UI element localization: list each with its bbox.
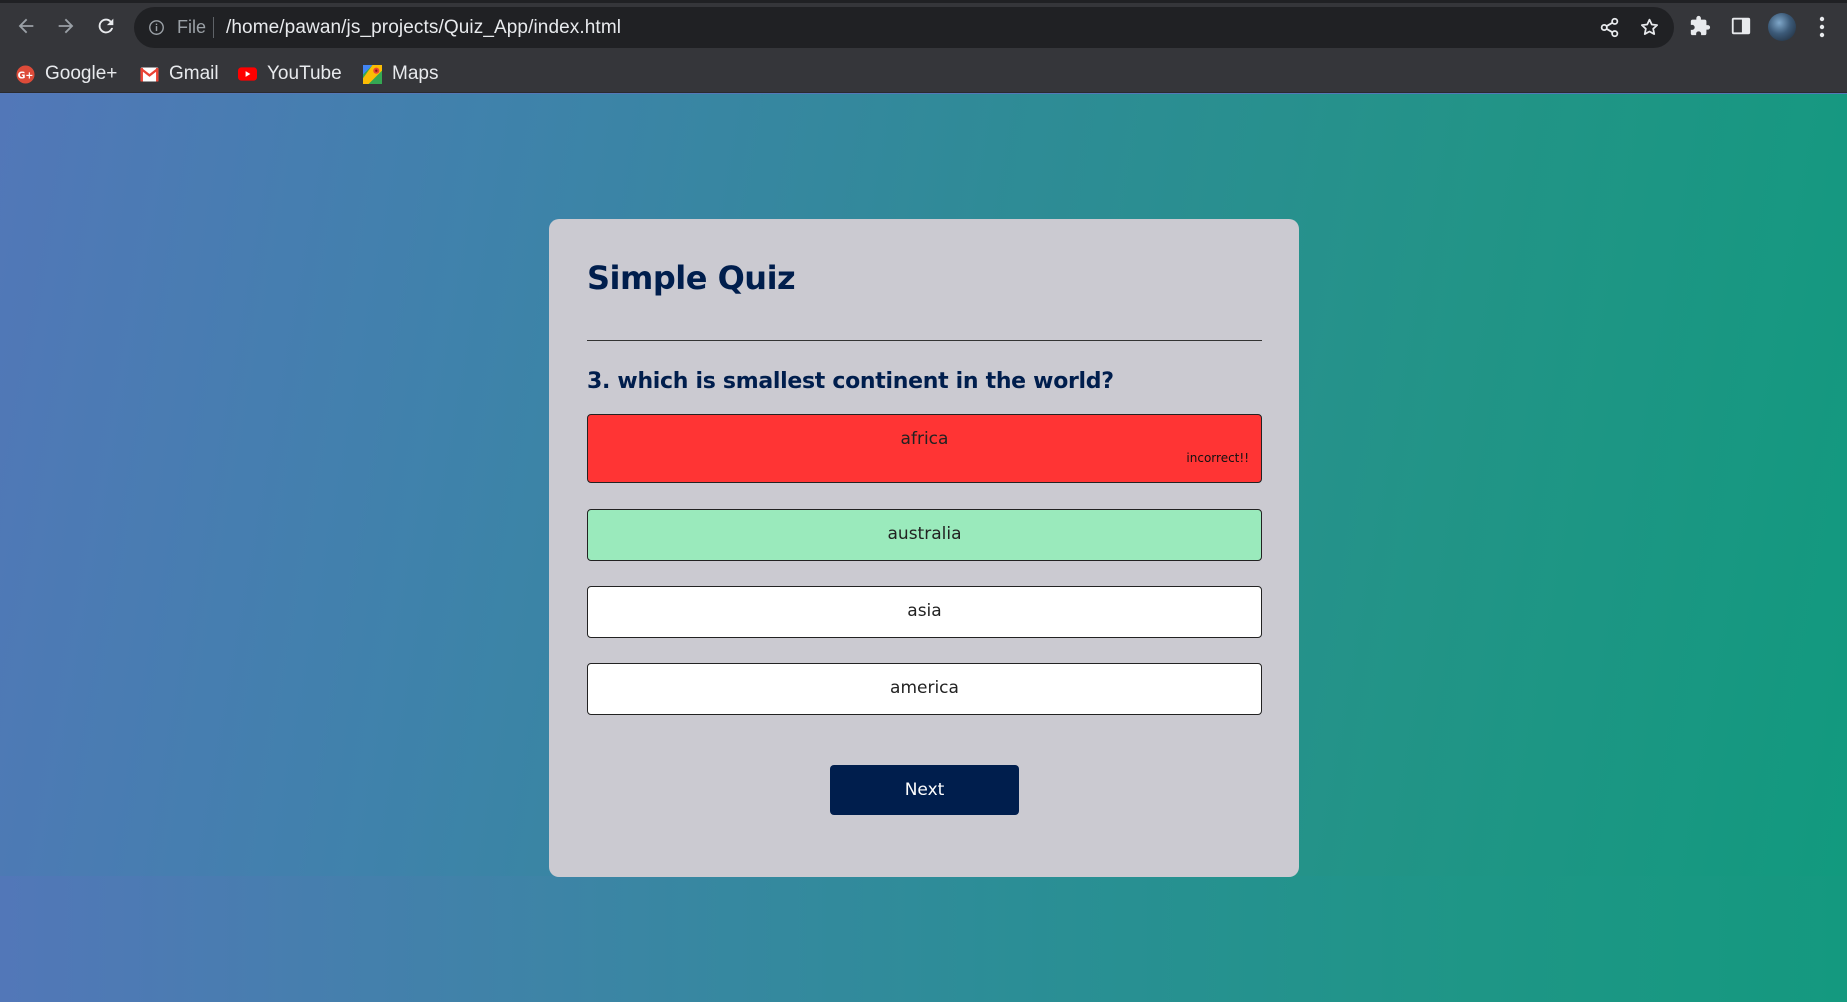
extensions-icon[interactable] <box>1689 15 1711 37</box>
answer-button-america[interactable]: america <box>587 663 1262 715</box>
bookmark-youtube[interactable]: YouTube <box>238 59 342 89</box>
youtube-icon <box>238 65 257 84</box>
url-text[interactable]: /home/pawan/js_projects/Quiz_App/index.h… <box>226 17 621 39</box>
quiz-card: Simple Quiz 3. which is smallest contine… <box>549 219 1299 877</box>
bookmark-star-icon[interactable] <box>1639 17 1660 38</box>
bookmark-gmail[interactable]: Gmail <box>140 59 219 89</box>
bookmark-google-plus[interactable]: G+ Google+ <box>16 59 117 89</box>
answer-button-africa[interactable]: africa incorrect!! <box>587 414 1262 483</box>
share-icon[interactable] <box>1599 17 1620 38</box>
google-plus-icon: G+ <box>16 64 35 84</box>
bookmarks-bar: G+ Google+ Gmail YouTube Maps <box>0 55 1847 93</box>
title-divider <box>587 340 1262 341</box>
kebab-menu-icon[interactable] <box>1812 14 1832 40</box>
back-icon[interactable] <box>12 12 40 40</box>
svg-text:G+: G+ <box>18 70 34 81</box>
gmail-icon <box>140 65 159 84</box>
reload-icon[interactable] <box>92 12 120 40</box>
info-icon[interactable] <box>148 19 165 36</box>
incorrect-feedback: incorrect!! <box>1186 451 1249 465</box>
maps-icon <box>363 64 382 84</box>
browser-toolbar: File /home/pawan/js_projects/Quiz_App/in… <box>0 0 1847 55</box>
next-button[interactable]: Next <box>830 765 1019 815</box>
profile-avatar[interactable] <box>1768 13 1796 41</box>
answer-label: australia <box>887 524 962 544</box>
side-panel-icon[interactable] <box>1730 15 1752 37</box>
answer-button-asia[interactable]: asia <box>587 586 1262 638</box>
answer-label: america <box>890 678 959 698</box>
answer-button-australia[interactable]: australia <box>587 509 1262 561</box>
bookmark-label: Gmail <box>169 63 219 84</box>
answer-label: asia <box>907 601 942 621</box>
quiz-title: Simple Quiz <box>587 259 796 297</box>
address-bar[interactable]: File /home/pawan/js_projects/Quiz_App/in… <box>134 7 1674 48</box>
bookmark-label: Google+ <box>45 63 118 84</box>
bookmark-label: Maps <box>392 63 439 84</box>
answer-label: africa <box>900 429 949 449</box>
forward-icon[interactable] <box>52 12 80 40</box>
url-scheme: File <box>177 17 207 37</box>
url-separator <box>213 17 214 38</box>
bookmark-label: YouTube <box>267 63 342 84</box>
bookmark-maps[interactable]: Maps <box>363 59 438 89</box>
question-text: 3. which is smallest continent in the wo… <box>587 369 1114 394</box>
page-background-lower <box>0 876 1847 1002</box>
